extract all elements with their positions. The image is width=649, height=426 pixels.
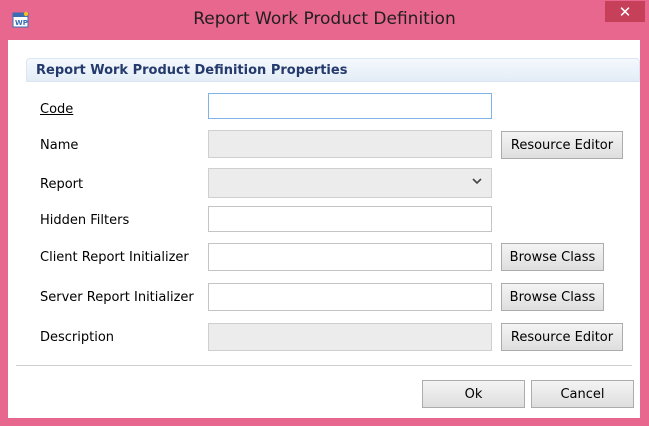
- report-select[interactable]: [208, 168, 492, 198]
- title-bar[interactable]: WP Report Work Product Definition ✕: [0, 0, 649, 40]
- server-initializer-input[interactable]: [208, 283, 492, 311]
- client-initializer-label: Client Report Initializer: [40, 250, 189, 265]
- ok-button[interactable]: Ok: [422, 380, 525, 408]
- code-input[interactable]: [208, 93, 492, 119]
- footer-separator: [16, 365, 632, 366]
- section-title: Report Work Product Definition Propertie…: [36, 63, 348, 78]
- server-browse-class-button[interactable]: Browse Class: [501, 283, 604, 311]
- name-resource-editor-button[interactable]: Resource Editor: [501, 131, 623, 159]
- close-icon: ✕: [618, 2, 632, 21]
- description-label: Description: [40, 330, 115, 345]
- name-field: [208, 130, 492, 158]
- client-browse-class-button[interactable]: Browse Class: [501, 243, 604, 271]
- description-resource-editor-button[interactable]: Resource Editor: [501, 323, 623, 351]
- code-label-text: Code: [40, 102, 74, 117]
- window-title: Report Work Product Definition: [193, 9, 456, 29]
- client-initializer-input[interactable]: [208, 243, 492, 271]
- name-label: Name: [40, 138, 79, 153]
- chevron-down-icon: [472, 178, 482, 185]
- hidden-filters-label: Hidden Filters: [40, 213, 130, 228]
- dialog-content: Report Work Product Definition Propertie…: [8, 40, 640, 418]
- description-field: [208, 323, 492, 351]
- report-label: Report: [40, 177, 84, 192]
- cancel-button[interactable]: Cancel: [531, 380, 634, 408]
- section-header: Report Work Product Definition Propertie…: [26, 58, 640, 82]
- close-button[interactable]: ✕: [605, 1, 645, 22]
- server-initializer-label: Server Report Initializer: [40, 290, 194, 305]
- code-label: Code: [40, 102, 73, 117]
- dialog-window: WP Report Work Product Definition ✕ Repo…: [0, 0, 649, 426]
- hidden-filters-input[interactable]: [208, 206, 492, 232]
